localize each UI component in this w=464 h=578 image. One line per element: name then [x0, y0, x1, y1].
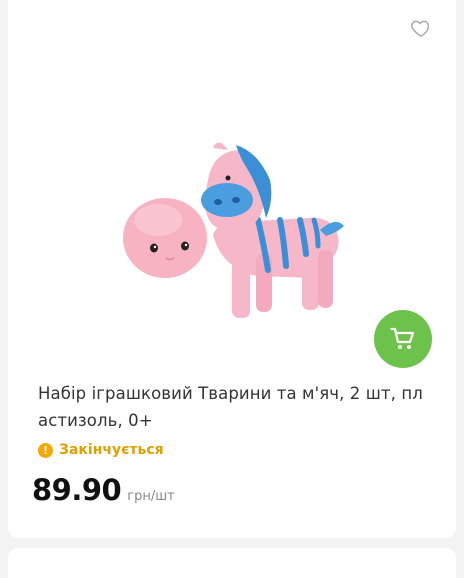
shopping-cart-icon	[390, 327, 415, 349]
stock-status: ! Закінчується	[38, 442, 164, 458]
next-product-card[interactable]	[8, 548, 456, 578]
heart-outline-icon	[411, 20, 430, 37]
product-image[interactable]	[8, 40, 456, 360]
product-title[interactable]: Набір іграшковий Тварини та м'яч, 2 шт, …	[38, 380, 430, 434]
pink-ball	[123, 198, 207, 278]
add-to-cart-button[interactable]	[374, 310, 432, 368]
price-unit: грн/шт	[127, 489, 175, 504]
favorite-button[interactable]	[410, 17, 432, 39]
price-value: 89.90	[32, 473, 122, 507]
pink-zebra-toy	[201, 142, 344, 318]
product-card[interactable]: Набір іграшковий Тварини та м'яч, 2 шт, …	[8, 0, 456, 538]
warning-icon: !	[38, 442, 53, 458]
stock-status-label: Закінчується	[59, 442, 164, 458]
price-block: 89.90 грн/шт	[32, 473, 175, 507]
